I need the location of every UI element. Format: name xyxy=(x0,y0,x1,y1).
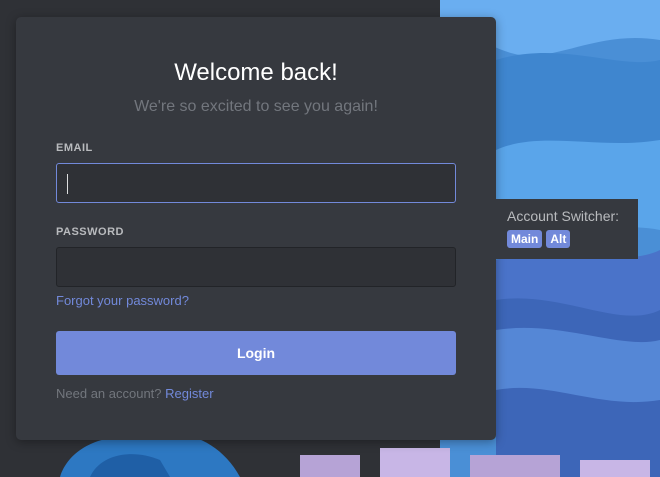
login-card: Welcome back! We're so excited to see yo… xyxy=(16,17,496,440)
email-label: EMAIL xyxy=(56,142,93,154)
account-switcher: Account Switcher: Main Alt xyxy=(496,199,638,259)
account-main-button[interactable]: Main xyxy=(507,230,543,248)
page-subtitle: We're so excited to see you again! xyxy=(134,98,378,115)
forgot-password-link[interactable]: Forgot your password? xyxy=(56,293,189,309)
register-link[interactable]: Register xyxy=(165,386,213,401)
email-field[interactable] xyxy=(56,163,456,203)
login-button[interactable]: Login xyxy=(56,331,456,375)
need-account-text: Need an account? xyxy=(56,386,162,401)
page-title: Welcome back! xyxy=(174,59,338,86)
account-alt-button[interactable]: Alt xyxy=(546,230,571,248)
password-field[interactable] xyxy=(56,247,456,287)
text-caret xyxy=(67,174,68,194)
password-label: PASSWORD xyxy=(56,226,124,238)
register-row: Need an account? Register xyxy=(56,386,214,402)
account-switcher-list: Main Alt xyxy=(507,230,638,248)
account-switcher-label: Account Switcher: xyxy=(507,208,620,224)
